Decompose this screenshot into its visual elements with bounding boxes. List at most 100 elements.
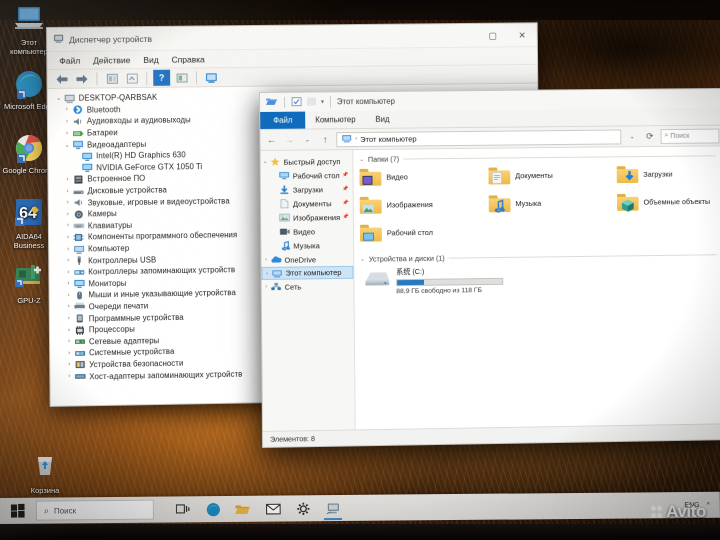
recent-locations-icon[interactable]: ⌄: [300, 136, 314, 143]
collapse-arrow-icon[interactable]: ⌄: [359, 156, 364, 162]
nav-item-0[interactable]: ⌄ Быстрый доступ: [261, 154, 353, 169]
nav-item-6[interactable]: Музыка: [261, 238, 353, 253]
expand-arrow-icon[interactable]: ›: [63, 269, 73, 275]
bluetooth-icon: [72, 105, 84, 115]
address-dropdown-icon[interactable]: ⌄: [625, 133, 639, 140]
pin-icon[interactable]: 📌: [342, 186, 348, 192]
expand-arrow-icon[interactable]: ›: [63, 200, 73, 206]
taskbar-search-input[interactable]: ⌕ Поиск: [35, 499, 154, 521]
desktop-icon-recycle-bin[interactable]: Корзина: [18, 452, 72, 495]
explorer-title: Этот компьютер: [336, 96, 395, 107]
start-button[interactable]: [0, 498, 36, 524]
close-icon[interactable]: ✕: [507, 23, 537, 47]
taskbar-item-settings[interactable]: [288, 495, 318, 521]
nav-item-8[interactable]: › Этот компьютер: [261, 265, 354, 280]
menu-item-view[interactable]: Вид: [143, 54, 158, 64]
forward-arrow-icon[interactable]: [73, 71, 90, 87]
content-pane[interactable]: ⌄ Папки (7) Видео Документы Загрузки Изобра…: [353, 146, 720, 430]
nav-item-7[interactable]: › OneDrive: [261, 252, 353, 267]
expand-arrow-icon[interactable]: ›: [62, 119, 72, 125]
device-manager-titlebar[interactable]: Диспетчер устройств ▢ ✕: [47, 23, 537, 52]
search-input[interactable]: ⌕ Поиск: [660, 128, 720, 144]
taskbar-item-microsoft-edge[interactable]: [198, 496, 228, 522]
refresh-icon[interactable]: ⟳: [643, 131, 657, 142]
folder-tile[interactable]: Документы: [488, 165, 616, 185]
drives-group-header[interactable]: ⌄ Устройства и диски (1): [360, 250, 720, 264]
back-arrow-icon[interactable]: [53, 71, 70, 87]
drive-item[interactable]: 系统 (C:) 88,9 ГБ свободно из 118 ГБ: [360, 263, 720, 296]
show-hidden-devices-icon[interactable]: [203, 69, 220, 85]
address-field[interactable]: › Этот компьютер: [336, 129, 622, 147]
expand-arrow-icon[interactable]: ›: [62, 107, 72, 113]
forward-arrow-icon[interactable]: →: [282, 135, 296, 145]
device-manager-window-buttons[interactable]: ▢ ✕: [478, 23, 537, 47]
taskbar-item-device-manager[interactable]: [318, 495, 348, 521]
expand-arrow-icon[interactable]: ›: [64, 339, 74, 345]
expand-arrow-icon[interactable]: ⌄: [54, 95, 64, 102]
expand-arrow-icon[interactable]: ›: [63, 211, 73, 217]
nav-item-9[interactable]: › Сеть: [262, 279, 354, 294]
back-arrow-icon[interactable]: ←: [264, 135, 278, 145]
nav-item-1[interactable]: Рабочий стол 📌: [261, 168, 353, 183]
tab-file[interactable]: Файл: [260, 111, 306, 129]
folder-tile[interactable]: Музыка: [489, 193, 617, 213]
chevron-down-icon[interactable]: ▾: [321, 98, 324, 105]
expand-arrow-icon[interactable]: ›: [63, 246, 73, 252]
collapse-arrow-icon[interactable]: ⌄: [360, 256, 365, 262]
scan-hardware-icon[interactable]: [173, 69, 190, 85]
expand-arrow-icon[interactable]: ›: [62, 130, 72, 136]
pin-icon[interactable]: 📌: [343, 200, 349, 206]
nav-item-2[interactable]: Загрузки 📌: [261, 182, 353, 197]
file-explorer-window[interactable]: ▾ Этот компьютер Файл Компьютер Вид ← → …: [259, 87, 720, 448]
navigation-pane[interactable]: ⌄ Быстрый доступ Рабочий стол 📌 Загрузки 📌 Док…: [260, 150, 356, 431]
expand-arrow-icon[interactable]: ›: [63, 188, 73, 194]
collapse-arrow-icon[interactable]: ⌄: [261, 159, 270, 165]
expand-arrow-icon[interactable]: ›: [262, 284, 271, 290]
help-icon[interactable]: ?: [153, 69, 171, 86]
menu-item-file[interactable]: Файл: [59, 55, 80, 65]
nav-item-4[interactable]: Изображения 📌: [261, 210, 353, 225]
folder-tile-label: Музыка: [515, 198, 542, 209]
folders-group-header[interactable]: ⌄ Папки (7): [359, 151, 720, 164]
expand-arrow-icon[interactable]: ›: [64, 362, 74, 368]
drives-group-label: Устройства и диски (1): [368, 253, 445, 264]
folder-tile[interactable]: Рабочий стол: [360, 222, 489, 242]
taskbar-item-mail[interactable]: [258, 495, 288, 521]
expand-arrow-icon[interactable]: ›: [64, 316, 74, 322]
folder-tile[interactable]: Объемные объекты: [617, 192, 720, 212]
expand-arrow-icon[interactable]: ›: [261, 257, 270, 263]
properties-icon[interactable]: [103, 70, 120, 86]
expand-arrow-icon[interactable]: ›: [64, 327, 74, 333]
tab-computer[interactable]: Компьютер: [305, 111, 365, 129]
folder-tile[interactable]: Загрузки: [617, 164, 720, 184]
expand-arrow-icon[interactable]: ›: [64, 374, 74, 380]
taskbar-item-file-explorer[interactable]: [228, 496, 258, 522]
expand-arrow-icon[interactable]: ›: [63, 281, 73, 287]
expand-arrow-icon[interactable]: ›: [62, 177, 72, 183]
up-arrow-icon[interactable]: ↑: [318, 134, 332, 144]
folder-tile[interactable]: Видео: [359, 167, 488, 187]
tray-expand-icon[interactable]: ^: [707, 501, 710, 508]
pin-icon[interactable]: 📌: [342, 172, 348, 178]
maximize-button[interactable]: ▢: [478, 24, 508, 48]
folder-tile[interactable]: Изображения: [360, 194, 489, 214]
pin-icon[interactable]: 📌: [343, 214, 349, 220]
expand-arrow-icon[interactable]: ›: [263, 270, 272, 276]
update-driver-icon[interactable]: [123, 70, 140, 86]
menu-item-action[interactable]: Действие: [93, 55, 130, 65]
tab-view[interactable]: Вид: [365, 111, 399, 128]
collapse-arrow-icon[interactable]: ⌄: [62, 141, 72, 148]
expand-arrow-icon[interactable]: ›: [63, 258, 73, 264]
computer-icon: [64, 93, 76, 103]
new-folder-quick-icon[interactable]: [306, 96, 317, 108]
expand-arrow-icon[interactable]: ›: [63, 223, 73, 229]
expand-arrow-icon[interactable]: ›: [63, 235, 73, 241]
expand-arrow-icon[interactable]: ›: [64, 292, 74, 299]
nav-item-3[interactable]: Документы 📌: [261, 196, 353, 211]
taskbar-item-task-view[interactable]: [168, 496, 198, 522]
expand-arrow-icon[interactable]: ›: [64, 304, 74, 310]
nav-item-5[interactable]: Видео: [261, 224, 353, 239]
properties-quick-icon[interactable]: [291, 96, 302, 108]
expand-arrow-icon[interactable]: ›: [64, 350, 74, 356]
menu-item-help[interactable]: Справка: [172, 54, 205, 64]
